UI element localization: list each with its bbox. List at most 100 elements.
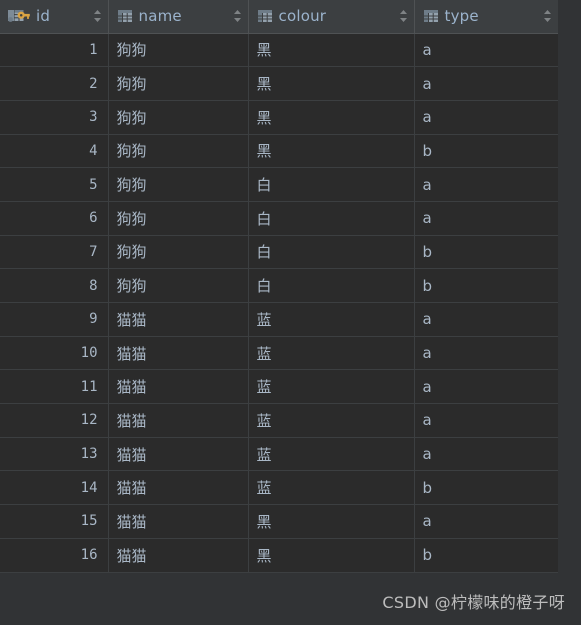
sort-updown-icon[interactable] — [233, 9, 242, 23]
cell-id[interactable]: 7 — [0, 235, 109, 270]
cell-colour[interactable]: 蓝 — [248, 403, 415, 438]
cell-type[interactable]: a — [414, 504, 558, 539]
cell-colour[interactable]: 蓝 — [248, 302, 415, 337]
cell-name[interactable]: 猫猫 — [108, 470, 249, 506]
cell-colour[interactable]: 黑 — [248, 504, 415, 539]
table-column-icon — [257, 8, 273, 24]
table-row[interactable]: 6 狗狗白 a — [0, 201, 558, 236]
column-header-label: id — [36, 7, 51, 26]
cell-name[interactable]: 猫猫 — [108, 302, 249, 337]
table-row[interactable]: 13 猫猫蓝 a — [0, 437, 558, 472]
cell-id[interactable]: 13 — [0, 437, 109, 472]
result-table-container[interactable]: id name colour type 1 狗狗 黑 a 2 狗狗 黑 a 3 … — [0, 0, 558, 573]
cell-type[interactable]: a — [414, 437, 558, 472]
cell-type[interactable]: b — [414, 470, 558, 506]
cell-type[interactable]: a — [414, 201, 558, 236]
cell-colour[interactable]: 白 — [248, 235, 415, 270]
result-table[interactable]: id name colour type 1 狗狗 黑 a 2 狗狗 黑 a 3 … — [0, 0, 558, 573]
cell-id[interactable]: 15 — [0, 504, 109, 539]
cell-name[interactable]: 狗狗 — [108, 100, 249, 135]
table-row[interactable]: 10 猫猫蓝 a — [0, 336, 558, 371]
table-row[interactable]: 12 猫猫蓝 a — [0, 403, 558, 438]
cell-colour[interactable]: 白 — [248, 167, 415, 202]
cell-type[interactable]: b — [414, 268, 558, 303]
cell-name[interactable]: 猫猫 — [108, 538, 249, 573]
cell-name[interactable]: 猫猫 — [108, 369, 249, 405]
table-row[interactable]: 7 狗狗白 b — [0, 235, 558, 270]
cell-colour[interactable]: 蓝 — [248, 470, 415, 506]
table-row[interactable]: 15 猫猫黑 a — [0, 504, 558, 539]
cell-id[interactable]: 1 — [0, 33, 109, 68]
cell-colour[interactable]: 蓝 — [248, 437, 415, 472]
cell-id[interactable]: 9 — [0, 302, 109, 337]
table-column-icon — [423, 8, 439, 24]
column-header-type[interactable]: type — [414, 0, 558, 34]
cell-type[interactable]: b — [414, 235, 558, 270]
cell-type[interactable]: a — [414, 100, 558, 135]
table-row[interactable]: 4 狗狗黑 b — [0, 134, 558, 169]
database-result-grid-window: id name colour type 1 狗狗 黑 a 2 狗狗 黑 a 3 … — [0, 0, 581, 625]
cell-type[interactable]: a — [414, 167, 558, 202]
table-header: id name colour type — [0, 0, 558, 34]
cell-colour[interactable]: 蓝 — [248, 336, 415, 371]
cell-type[interactable]: a — [414, 33, 558, 68]
cell-id[interactable]: 14 — [0, 470, 109, 506]
table-row[interactable]: 5 狗狗白 a — [0, 167, 558, 202]
column-header-label: name — [138, 7, 182, 26]
cell-id[interactable]: 2 — [0, 66, 109, 101]
cell-name[interactable]: 狗狗 — [108, 235, 249, 270]
column-header-name[interactable]: name — [108, 0, 249, 34]
cell-id[interactable]: 12 — [0, 403, 109, 438]
cell-colour[interactable]: 蓝 — [248, 369, 415, 405]
cell-name[interactable]: 狗狗 — [108, 201, 249, 236]
cell-colour[interactable]: 黑 — [248, 66, 415, 101]
table-row[interactable]: 11 猫猫蓝 a — [0, 369, 558, 405]
table-row[interactable]: 1 狗狗黑 a — [0, 33, 558, 68]
column-header-label: colour — [278, 7, 327, 26]
cell-name[interactable]: 狗狗 — [108, 134, 249, 169]
cell-id[interactable]: 3 — [0, 100, 109, 135]
cell-id[interactable]: 6 — [0, 201, 109, 236]
table-body[interactable]: 1 狗狗黑 a 2 狗狗黑 a 3 狗狗黑 a 4 狗狗黑 b 5 狗狗白 a 6 狗狗白 a 7 狗狗白 b 8 狗狗白 b… — [0, 33, 558, 573]
cell-name[interactable]: 狗狗 — [108, 167, 249, 202]
table-row[interactable]: 3 狗狗黑 a — [0, 100, 558, 135]
sort-updown-icon[interactable] — [93, 9, 102, 23]
cell-name[interactable]: 狗狗 — [108, 33, 249, 68]
cell-colour[interactable]: 黑 — [248, 538, 415, 573]
cell-type[interactable]: a — [414, 336, 558, 371]
cell-id[interactable]: 5 — [0, 167, 109, 202]
cell-name[interactable]: 狗狗 — [108, 268, 249, 303]
cell-colour[interactable]: 白 — [248, 201, 415, 236]
cell-type[interactable]: a — [414, 66, 558, 101]
cell-name[interactable]: 猫猫 — [108, 504, 249, 539]
cell-name[interactable]: 猫猫 — [108, 403, 249, 438]
table-row[interactable]: 14 猫猫蓝 b — [0, 470, 558, 506]
table-row[interactable]: 9 猫猫蓝 a — [0, 302, 558, 337]
cell-id[interactable]: 4 — [0, 134, 109, 169]
table-row[interactable]: 2 狗狗黑 a — [0, 66, 558, 101]
cell-type[interactable]: b — [414, 134, 558, 169]
cell-id[interactable]: 8 — [0, 268, 109, 303]
cell-type[interactable]: a — [414, 369, 558, 405]
table-row[interactable]: 8 狗狗白 b — [0, 268, 558, 303]
cell-id[interactable]: 11 — [0, 369, 109, 405]
cell-name[interactable]: 猫猫 — [108, 336, 249, 371]
cell-id[interactable]: 16 — [0, 538, 109, 573]
sort-updown-icon[interactable] — [399, 9, 408, 23]
sort-updown-icon[interactable] — [543, 9, 552, 23]
cell-type[interactable]: a — [414, 302, 558, 337]
cell-name[interactable]: 狗狗 — [108, 66, 249, 101]
table-row[interactable]: 16 猫猫黑 b — [0, 538, 558, 573]
cell-colour[interactable]: 黑 — [248, 100, 415, 135]
cell-id[interactable]: 10 — [0, 336, 109, 371]
cell-type[interactable]: a — [414, 403, 558, 438]
table-header-row: id name colour type — [0, 0, 558, 34]
cell-colour[interactable]: 黑 — [248, 134, 415, 169]
cell-colour[interactable]: 黑 — [248, 33, 415, 68]
cell-type[interactable]: b — [414, 538, 558, 573]
column-header-colour[interactable]: colour — [248, 0, 415, 34]
column-header-id[interactable]: id — [0, 0, 109, 34]
primary-key-icon — [8, 8, 30, 24]
cell-name[interactable]: 猫猫 — [108, 437, 249, 472]
cell-colour[interactable]: 白 — [248, 268, 415, 303]
